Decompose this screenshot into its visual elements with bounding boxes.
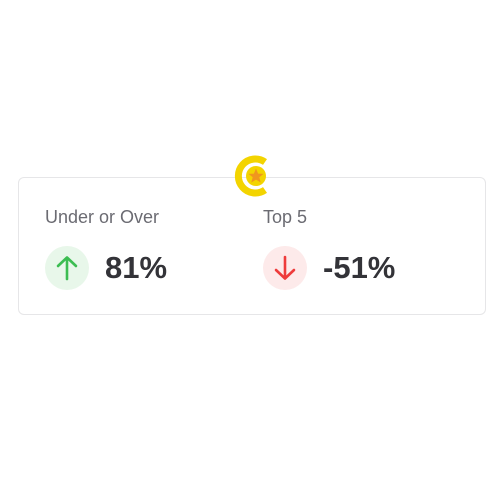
stat-value: 81% [105, 250, 168, 285]
arrow-up-icon [56, 256, 78, 281]
stat-row: -51% [263, 246, 395, 290]
stat-row: 81% [45, 246, 167, 290]
trend-up-badge [45, 246, 89, 290]
arrow-down-icon [274, 255, 296, 280]
stat-top-5: Top 5 -51% [263, 206, 395, 290]
coin-star-icon [234, 155, 267, 197]
stat-label: Top 5 [263, 207, 308, 227]
page: Under or Over 81% Top 5 -51% [0, 0, 500, 500]
trend-down-badge [263, 246, 307, 290]
stat-under-or-over: Under or Over 81% [45, 206, 167, 290]
stat-value: -51% [323, 250, 396, 285]
stat-label: Under or Over [45, 207, 160, 227]
